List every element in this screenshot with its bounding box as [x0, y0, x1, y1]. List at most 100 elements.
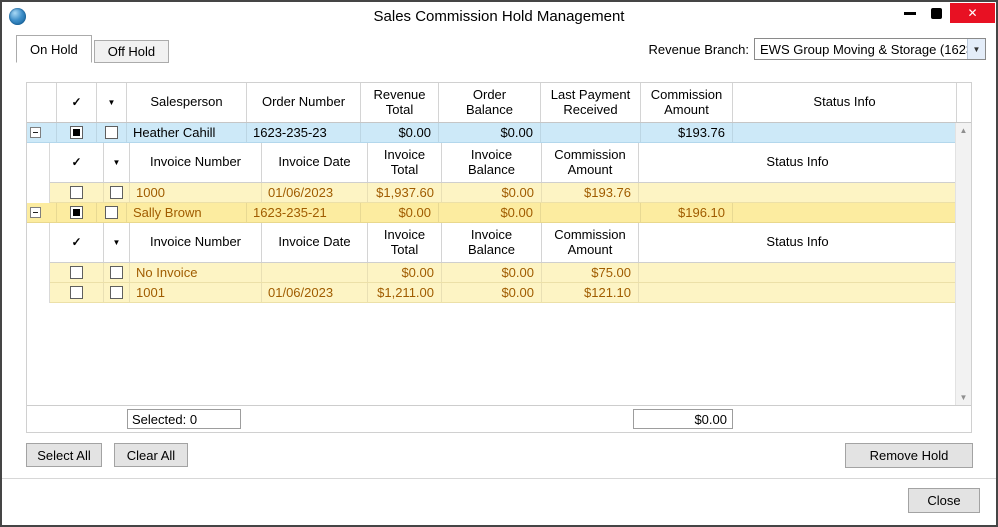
title-bar[interactable]: Sales Commission Hold Management ✕ — [2, 2, 996, 32]
vertical-scrollbar[interactable]: ▲ ▼ — [955, 123, 971, 405]
close-window-button[interactable]: ✕ — [950, 3, 995, 23]
rows-area: Heather Cahill 1623-235-23 $0.00 $0.00 $… — [27, 123, 957, 303]
expander-cell — [27, 203, 57, 222]
invoice-commission-cell: $75.00 — [542, 263, 639, 282]
maximize-button[interactable] — [923, 3, 950, 23]
invoice-row[interactable]: No Invoice $0.00 $0.00 $75.00 — [50, 263, 957, 283]
invoice-number-cell: No Invoice — [130, 263, 262, 282]
header-invoice-total[interactable]: Invoice Total — [368, 223, 442, 262]
tab-off-hold[interactable]: Off Hold — [93, 40, 170, 63]
invoice-row[interactable]: 1000 01/06/2023 $1,937.60 $0.00 $193.76 — [50, 183, 957, 203]
select-cell — [50, 263, 104, 282]
revenue-total-cell: $0.00 — [361, 203, 439, 222]
header-invoice-date[interactable]: Invoice Date — [262, 223, 368, 262]
invoice-subgrid: ✓ ▼ Invoice Number Invoice Date Invoice … — [49, 223, 957, 303]
invoice-date-cell: 01/06/2023 — [262, 283, 368, 302]
dialog-window: Sales Commission Hold Management ✕ On Ho… — [0, 0, 998, 527]
combo-arrow-icon[interactable]: ▼ — [967, 39, 985, 59]
last-payment-cell — [541, 203, 641, 222]
invoice-status-cell — [639, 183, 957, 202]
invoice-commission-cell: $121.10 — [542, 283, 639, 302]
header-select-column[interactable]: ✓ — [57, 83, 97, 122]
invoice-total-cell: $1,211.00 — [368, 283, 442, 302]
revenue-branch-dropdown[interactable]: EWS Group Moving & Storage (1623) ▼ — [754, 38, 986, 60]
header-revenue-total[interactable]: Revenue Total — [361, 83, 439, 122]
invoice-header-select[interactable]: ✓ — [50, 223, 104, 262]
revenue-total-cell: $0.00 — [361, 123, 439, 142]
tab-strip: On Hold Off Hold — [16, 35, 171, 63]
header-last-payment[interactable]: Last Payment Received — [541, 83, 641, 122]
invoice-header-row: ✓ ▼ Invoice Number Invoice Date Invoice … — [50, 223, 957, 263]
row-flag-checkbox[interactable] — [105, 206, 118, 219]
header-invoice-date[interactable]: Invoice Date — [262, 143, 368, 182]
salesperson-row[interactable]: Heather Cahill 1623-235-23 $0.00 $0.00 $… — [27, 123, 957, 143]
scroll-down-icon[interactable]: ▼ — [956, 393, 971, 402]
invoice-balance-cell: $0.00 — [442, 283, 542, 302]
scroll-up-icon[interactable]: ▲ — [956, 126, 971, 135]
header-expander-column — [27, 83, 57, 122]
order-balance-cell: $0.00 — [439, 123, 541, 142]
invoice-flag-checkbox[interactable] — [110, 266, 123, 279]
holds-grid: ✓ ▼ Salesperson Order Number Revenue Tot… — [26, 82, 972, 433]
invoice-row[interactable]: 1001 01/06/2023 $1,211.00 $0.00 $121.10 — [50, 283, 957, 303]
header-salesperson[interactable]: Salesperson — [127, 83, 247, 122]
invoice-status-cell — [639, 283, 957, 302]
invoice-header-select[interactable]: ✓ — [50, 143, 104, 182]
clear-all-button[interactable]: Clear All — [114, 443, 188, 467]
commission-amount-cell: $193.76 — [641, 123, 733, 142]
invoice-total-cell: $1,937.60 — [368, 183, 442, 202]
expander-cell — [27, 123, 57, 142]
selected-count-box: Selected: 0 — [127, 409, 241, 429]
select-cell — [50, 283, 104, 302]
invoice-balance-cell: $0.00 — [442, 183, 542, 202]
close-button[interactable]: Close — [908, 488, 980, 513]
grid-body: Heather Cahill 1623-235-23 $0.00 $0.00 $… — [27, 123, 971, 405]
header-invoice-balance[interactable]: Invoice Balance — [442, 223, 542, 262]
header-status-info[interactable]: Status Info — [733, 83, 957, 122]
status-info-cell — [733, 123, 957, 142]
collapse-icon[interactable] — [30, 127, 41, 138]
header-invoice-number[interactable]: Invoice Number — [130, 143, 262, 182]
invoice-header-filter[interactable]: ▼ — [104, 143, 130, 182]
invoice-header-row: ✓ ▼ Invoice Number Invoice Date Invoice … — [50, 143, 957, 183]
header-order-balance[interactable]: Order Balance — [439, 83, 541, 122]
select-all-button[interactable]: Select All — [26, 443, 102, 467]
invoice-number-cell: 1000 — [130, 183, 262, 202]
check-icon: ✓ — [71, 154, 82, 169]
header-invoice-status[interactable]: Status Info — [639, 223, 957, 262]
invoice-select-checkbox[interactable] — [70, 186, 83, 199]
header-invoice-balance[interactable]: Invoice Balance — [442, 143, 542, 182]
minimize-button[interactable] — [896, 3, 923, 23]
order-number-cell: 1623-235-21 — [247, 203, 361, 222]
collapse-icon[interactable] — [30, 207, 41, 218]
header-order-number[interactable]: Order Number — [247, 83, 361, 122]
check-icon: ✓ — [71, 94, 82, 109]
invoice-flag-checkbox[interactable] — [110, 186, 123, 199]
salesperson-row[interactable]: Sally Brown 1623-235-21 $0.00 $0.00 $196… — [27, 203, 957, 223]
invoice-header-filter[interactable]: ▼ — [104, 223, 130, 262]
window-title: Sales Commission Hold Management — [373, 8, 625, 25]
tab-on-hold[interactable]: On Hold — [16, 35, 92, 63]
grid-header-row: ✓ ▼ Salesperson Order Number Revenue Tot… — [27, 83, 971, 123]
header-commission-amount[interactable]: Commission Amount — [641, 83, 733, 122]
footer-divider — [2, 478, 996, 479]
header-invoice-number[interactable]: Invoice Number — [130, 223, 262, 262]
header-invoice-commission[interactable]: Commission Amount — [542, 223, 639, 262]
remove-hold-button[interactable]: Remove Hold — [845, 443, 973, 468]
invoice-select-checkbox[interactable] — [70, 266, 83, 279]
header-filter-column[interactable]: ▼ — [97, 83, 127, 122]
row-flag-checkbox[interactable] — [105, 126, 118, 139]
header-invoice-commission[interactable]: Commission Amount — [542, 143, 639, 182]
invoice-select-checkbox[interactable] — [70, 286, 83, 299]
invoice-flag-checkbox[interactable] — [110, 286, 123, 299]
minimize-icon — [903, 11, 916, 15]
filter-arrow-icon: ▼ — [112, 237, 121, 247]
last-payment-cell — [541, 123, 641, 142]
row-select-checkbox[interactable] — [70, 126, 83, 139]
header-invoice-status[interactable]: Status Info — [639, 143, 957, 182]
order-number-cell: 1623-235-23 — [247, 123, 361, 142]
flag-cell — [104, 183, 130, 202]
header-invoice-total[interactable]: Invoice Total — [368, 143, 442, 182]
select-cell — [50, 183, 104, 202]
row-select-checkbox[interactable] — [70, 206, 83, 219]
